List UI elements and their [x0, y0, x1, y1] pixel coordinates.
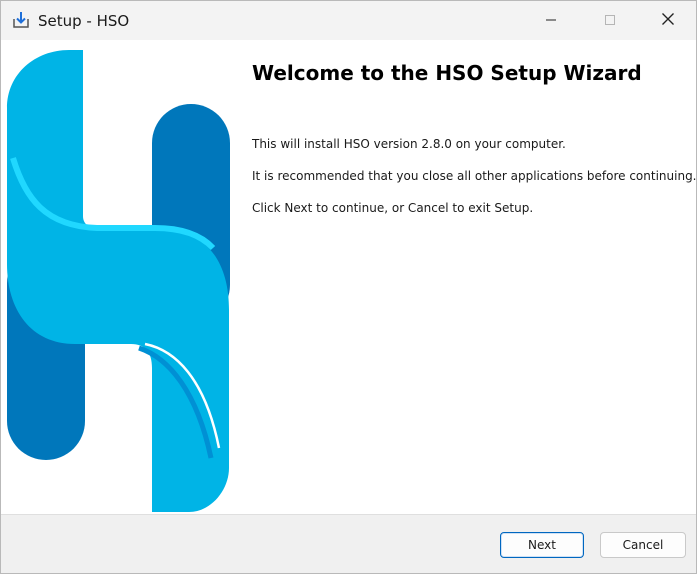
window-title: Setup - HSO: [38, 12, 130, 30]
maximize-icon: [604, 11, 616, 30]
installer-download-icon: [11, 10, 31, 30]
setup-window: Setup - HSO Welcome to the HSO Setup Wiz…: [0, 0, 697, 574]
recommendation-text: It is recommended that you close all oth…: [252, 169, 697, 183]
instruction-text: Click Next to continue, or Cancel to exi…: [252, 201, 534, 215]
cancel-button[interactable]: Cancel: [600, 532, 686, 558]
next-button[interactable]: Next: [500, 532, 584, 558]
title-bar[interactable]: Setup - HSO: [1, 1, 696, 40]
close-button[interactable]: [645, 1, 691, 40]
close-icon: [661, 11, 675, 30]
maximize-button[interactable]: [587, 1, 633, 40]
hso-logo: [7, 50, 230, 512]
wizard-content: Welcome to the HSO Setup Wizard This wil…: [1, 40, 696, 514]
minimize-button[interactable]: [528, 1, 574, 40]
button-bar: Next Cancel: [1, 514, 696, 573]
minimize-icon: [545, 11, 557, 30]
wizard-title: Welcome to the HSO Setup Wizard: [252, 61, 642, 85]
install-info-text: This will install HSO version 2.8.0 on y…: [252, 137, 566, 151]
